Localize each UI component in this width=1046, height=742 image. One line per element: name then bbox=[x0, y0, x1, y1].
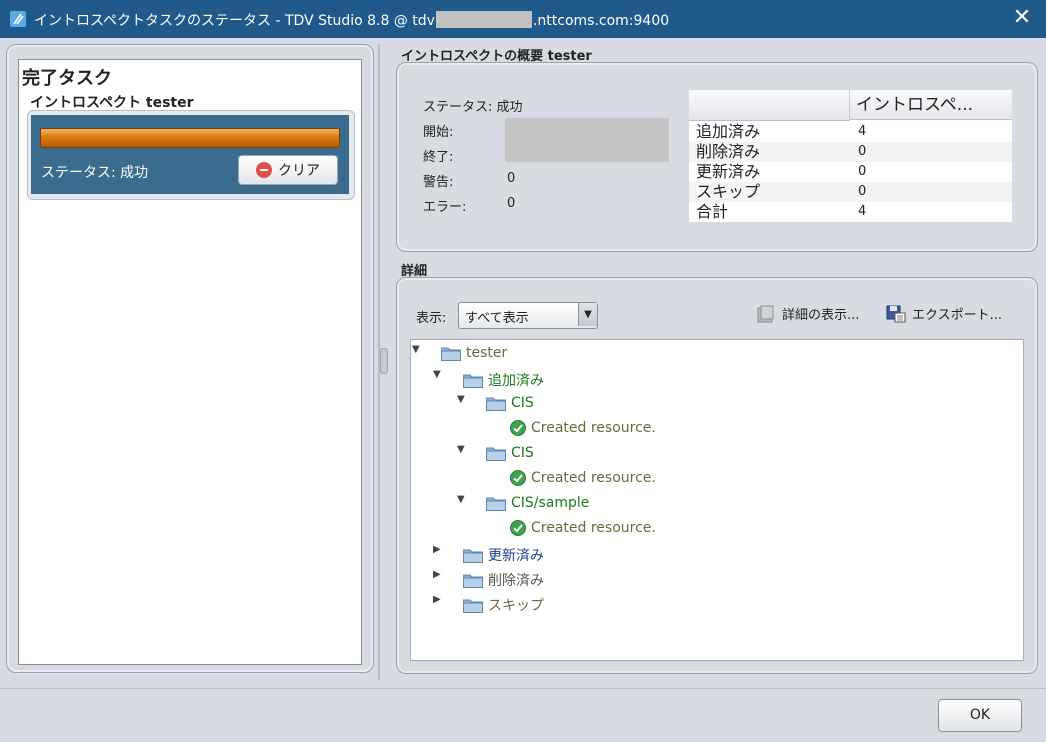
show-filter-value: すべて表示 bbox=[465, 311, 529, 326]
title-bar: イントロスペクトタスクのステータス - TDV Studio 8.8 @ tdv… bbox=[0, 0, 1046, 38]
window-title: イントロスペクトタスクのステータス - TDV Studio 8.8 @ tdv… bbox=[34, 11, 670, 29]
details-tree: ▼ tester ▼ 追加済み ▼ CIS Created resource. … bbox=[410, 339, 1024, 661]
folder-icon bbox=[463, 599, 483, 613]
show-filter-select[interactable]: すべて表示 ▼ bbox=[458, 302, 598, 329]
folder-icon bbox=[441, 347, 461, 361]
detail-view-label: 詳細の表示... bbox=[782, 308, 860, 323]
folder-icon bbox=[463, 549, 483, 563]
warning-label: 警告: bbox=[423, 175, 454, 190]
task-name: イントロスペクト tester bbox=[30, 95, 194, 111]
tree-node-cis-sample[interactable]: CIS/sample bbox=[486, 495, 589, 511]
redacted-times bbox=[505, 118, 669, 162]
expand-toggle-icon[interactable]: ▼ bbox=[457, 444, 465, 455]
tree-node-label: CIS/sample bbox=[511, 495, 590, 511]
tree-node-created[interactable]: Created resource. bbox=[510, 420, 656, 436]
detail-view-button[interactable]: 詳細の表示... bbox=[756, 304, 859, 323]
end-label: 終了: bbox=[423, 150, 454, 165]
expand-toggle-icon[interactable]: ▼ bbox=[412, 344, 420, 355]
tree-node-deleted[interactable]: 削除済み bbox=[463, 570, 544, 590]
error-value: 0 bbox=[507, 196, 516, 211]
folder-icon bbox=[486, 447, 506, 461]
tree-node-label: CIS bbox=[511, 395, 534, 411]
task-status: ステータス: 成功 bbox=[41, 165, 149, 181]
table-row[interactable]: 削除済み 0 bbox=[689, 142, 1012, 162]
expand-toggle-icon[interactable]: ▶ bbox=[433, 544, 441, 555]
check-circle-icon bbox=[510, 470, 526, 486]
clear-button[interactable]: クリア bbox=[238, 155, 338, 185]
row-value: 4 bbox=[858, 204, 867, 219]
row-value: 0 bbox=[858, 184, 867, 199]
clear-button-label: クリア bbox=[278, 163, 320, 179]
tree-node-created[interactable]: Created resource. bbox=[510, 470, 656, 486]
check-circle-icon bbox=[510, 520, 526, 536]
tree-node-label: Created resource. bbox=[531, 420, 656, 436]
tree-node-label: tester bbox=[466, 345, 508, 361]
expand-toggle-icon[interactable]: ▶ bbox=[433, 594, 441, 605]
tree-node-updated[interactable]: 更新済み bbox=[463, 545, 544, 565]
folder-icon bbox=[486, 397, 506, 411]
row-value: 4 bbox=[858, 124, 867, 139]
tree-node-label: CIS bbox=[511, 445, 534, 461]
row-label: 更新済み bbox=[696, 162, 761, 181]
tree-node-cis[interactable]: CIS bbox=[486, 395, 534, 411]
expand-toggle-icon[interactable]: ▼ bbox=[457, 494, 465, 505]
row-value: 0 bbox=[858, 164, 867, 179]
tree-node-label: 更新済み bbox=[488, 548, 544, 564]
tree-node-created[interactable]: Created resource. bbox=[510, 520, 656, 536]
tree-node-skipped[interactable]: スキップ bbox=[463, 595, 544, 615]
folder-icon bbox=[486, 497, 506, 511]
tree-node-root[interactable]: tester bbox=[441, 345, 507, 361]
tree-node-label: スキップ bbox=[488, 598, 544, 614]
summary-table: イントロスペ... 追加済み 4 削除済み 0 更新済み 0 スキップ 0 合計… bbox=[689, 90, 1012, 222]
expand-toggle-icon[interactable]: ▼ bbox=[433, 369, 441, 380]
start-label: 開始: bbox=[423, 125, 454, 140]
export-label: エクスポート... bbox=[912, 308, 1003, 323]
row-label: スキップ bbox=[696, 182, 761, 201]
table-row[interactable]: 合計 4 bbox=[689, 202, 1012, 222]
close-icon[interactable]: ✕ bbox=[1012, 7, 1032, 29]
splitter-handle[interactable] bbox=[380, 348, 388, 374]
folder-icon bbox=[463, 574, 483, 588]
error-label: エラー: bbox=[423, 200, 467, 215]
save-export-icon bbox=[886, 305, 906, 322]
app-icon bbox=[10, 11, 26, 27]
table-row[interactable]: スキップ 0 bbox=[689, 182, 1012, 202]
export-button[interactable]: エクスポート... bbox=[886, 304, 1002, 323]
table-row[interactable]: 更新済み 0 bbox=[689, 162, 1012, 182]
show-label: 表示: bbox=[416, 311, 447, 326]
ok-button[interactable]: OK bbox=[938, 699, 1022, 732]
row-value: 0 bbox=[858, 144, 867, 159]
summary-status: ステータス: 成功 bbox=[423, 100, 523, 115]
tree-node-added[interactable]: 追加済み bbox=[463, 370, 544, 390]
row-label: 合計 bbox=[696, 202, 729, 221]
document-icon bbox=[757, 305, 774, 322]
table-header-empty[interactable] bbox=[689, 90, 850, 121]
tree-node-label: Created resource. bbox=[531, 470, 656, 486]
tree-node-label: Created resource. bbox=[531, 520, 656, 536]
table-row[interactable]: 追加済み 4 bbox=[689, 122, 1012, 142]
completed-tasks-heading: 完了タスク bbox=[22, 68, 112, 89]
minus-circle-icon bbox=[256, 162, 272, 178]
progress-bar bbox=[40, 128, 340, 148]
row-label: 削除済み bbox=[696, 142, 761, 161]
folder-icon bbox=[463, 374, 483, 388]
tree-node-label: 追加済み bbox=[488, 373, 544, 389]
tree-node-label: 削除済み bbox=[488, 573, 544, 589]
chevron-down-icon[interactable]: ▼ bbox=[578, 303, 597, 326]
expand-toggle-icon[interactable]: ▼ bbox=[457, 394, 465, 405]
warning-value: 0 bbox=[507, 171, 516, 186]
check-circle-icon bbox=[510, 420, 526, 436]
row-label: 追加済み bbox=[696, 122, 761, 141]
expand-toggle-icon[interactable]: ▶ bbox=[433, 569, 441, 580]
table-header-introspect[interactable]: イントロスペ... bbox=[850, 90, 1012, 120]
bottom-separator bbox=[0, 688, 1046, 689]
tree-node-cis[interactable]: CIS bbox=[486, 445, 534, 461]
redacted-host bbox=[435, 11, 532, 28]
